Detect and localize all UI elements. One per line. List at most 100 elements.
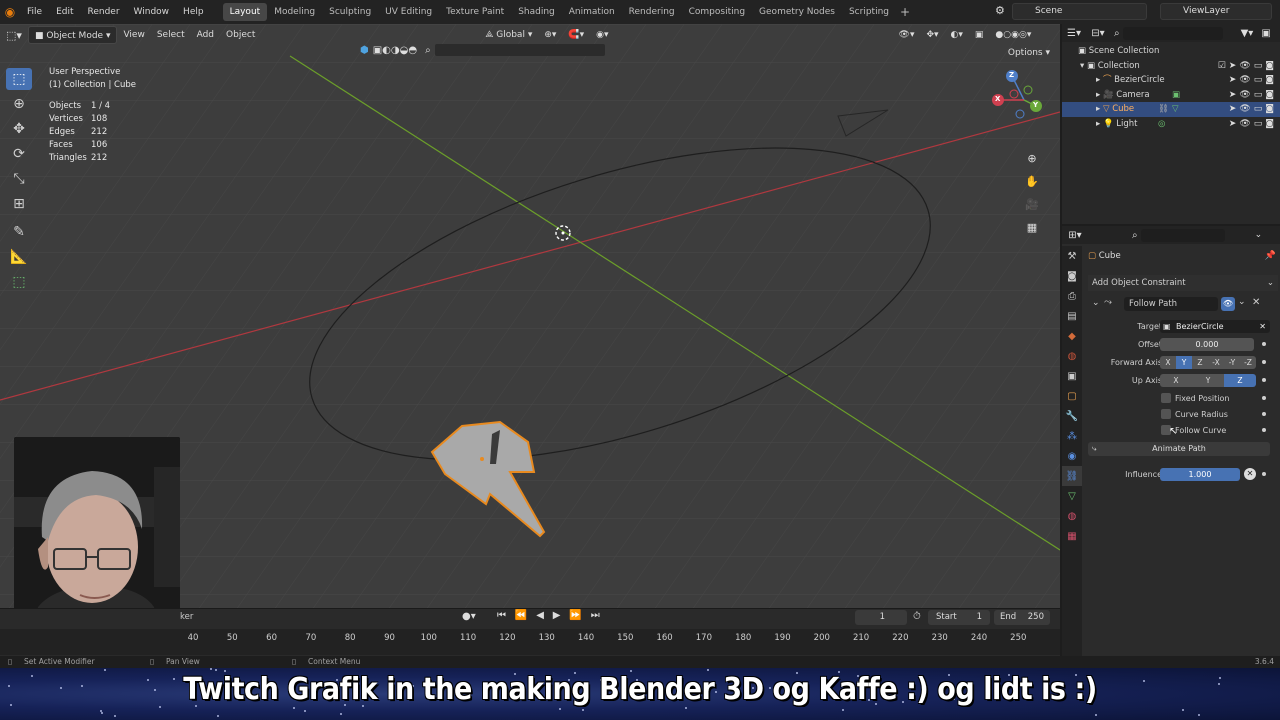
- select-arrow-icon[interactable]: ➤: [1229, 117, 1237, 132]
- play-icon[interactable]: ▶: [553, 610, 561, 621]
- menu-edit[interactable]: Edit: [49, 0, 80, 24]
- outliner-search-input[interactable]: [1122, 26, 1223, 40]
- monitor-icon[interactable]: ▭: [1254, 88, 1263, 103]
- display-mode-icon[interactable]: ⊟▾: [1086, 28, 1110, 39]
- outliner-item-light[interactable]: ▸ 💡 Light ◎ ➤ 👁 ▭ ◙: [1062, 117, 1280, 132]
- collapse-arrow-icon[interactable]: ⌄: [1092, 298, 1100, 308]
- shading-solid-icon[interactable]: ●○◉◎▾: [989, 26, 1037, 44]
- keyframe-dot-icon[interactable]: [1262, 342, 1266, 346]
- expand-arrow-icon[interactable]: ▸: [1096, 104, 1103, 114]
- close-icon[interactable]: ✕: [1252, 297, 1260, 308]
- eye-icon[interactable]: 👁: [1239, 73, 1250, 88]
- tab-scene-icon[interactable]: ◆: [1062, 326, 1082, 346]
- rotate-tool[interactable]: ⟳: [6, 143, 32, 165]
- tab-tool-icon[interactable]: ⚒: [1062, 246, 1082, 266]
- eye-icon[interactable]: 👁: [1239, 102, 1250, 117]
- menu-add[interactable]: Add: [191, 26, 220, 44]
- forward-axis-y[interactable]: Y: [1176, 356, 1192, 369]
- tab-modifiers-icon[interactable]: 🔧: [1062, 406, 1082, 426]
- pan-hand-icon[interactable]: ✋: [1022, 171, 1042, 191]
- keyframe-dot-icon[interactable]: [1262, 396, 1266, 400]
- eye-icon[interactable]: 👁: [1239, 88, 1250, 103]
- tab-uv-editing[interactable]: UV Editing: [378, 3, 439, 21]
- monitor-icon[interactable]: ▭: [1254, 102, 1263, 117]
- menu-render[interactable]: Render: [81, 0, 127, 24]
- tab-modeling[interactable]: Modeling: [267, 3, 322, 21]
- select-arrow-icon[interactable]: ➤: [1229, 102, 1237, 117]
- expand-arrow-icon[interactable]: ▸: [1096, 90, 1103, 100]
- scene-collection-row[interactable]: ▣ Scene Collection: [1062, 44, 1280, 59]
- mode-selector[interactable]: ■ Object Mode ▾: [28, 26, 118, 44]
- forward-axis-z[interactable]: Z: [1192, 356, 1208, 369]
- menu-help[interactable]: Help: [176, 0, 211, 24]
- influence-slider[interactable]: 1.000: [1160, 468, 1240, 481]
- timeline-ruler[interactable]: 40 50 60 70 80 90 100 110 120 130 140 150 160 170 180 1…: [0, 629, 1060, 655]
- expand-arrow-icon[interactable]: ▾: [1080, 61, 1087, 71]
- new-collection-icon[interactable]: ▣: [1261, 28, 1270, 39]
- up-axis-x[interactable]: X: [1160, 374, 1192, 387]
- keyframe-dot-icon[interactable]: [1262, 472, 1266, 476]
- tab-material-icon[interactable]: ◍: [1062, 506, 1082, 526]
- transform-tool[interactable]: ⊞: [6, 193, 32, 215]
- tab-sculpting[interactable]: Sculpting: [322, 3, 378, 21]
- perspective-toggle-icon[interactable]: ▦: [1022, 217, 1042, 237]
- select-arrow-icon[interactable]: ➤: [1229, 88, 1237, 103]
- tab-object-icon[interactable]: ▢: [1062, 386, 1082, 406]
- keyframe-record-icon[interactable]: ●▾: [462, 611, 476, 622]
- move-tool[interactable]: ✥: [6, 118, 32, 140]
- search-icon[interactable]: ⌕: [425, 45, 431, 56]
- constraint-icon[interactable]: ⛓: [1158, 102, 1169, 117]
- tab-texture-icon[interactable]: ▦: [1062, 526, 1082, 546]
- cursor-tool[interactable]: ⊕: [6, 93, 32, 115]
- tab-scripting[interactable]: Scripting: [842, 3, 896, 21]
- scene-selector[interactable]: Scene: [1012, 3, 1147, 20]
- outliner-search-icon[interactable]: ⌕: [1114, 28, 1120, 39]
- tab-world-icon[interactable]: ◍: [1062, 346, 1082, 366]
- monitor-icon[interactable]: ▭: [1254, 59, 1263, 74]
- tab-layout[interactable]: Layout: [222, 3, 268, 21]
- next-keyframe-icon[interactable]: ⏩: [569, 610, 581, 621]
- outliner-editor-type-icon[interactable]: ☰▾: [1062, 28, 1086, 39]
- jump-start-icon[interactable]: ⏮: [497, 610, 506, 621]
- tab-shading[interactable]: Shading: [511, 3, 562, 21]
- keyframe-dot-icon[interactable]: [1262, 360, 1266, 364]
- jump-end-icon[interactable]: ⏭: [591, 610, 600, 621]
- viewport-search-input[interactable]: [434, 44, 605, 56]
- stopwatch-icon[interactable]: ⏱: [913, 611, 921, 622]
- overlay-toggle-icon[interactable]: ◐▾: [945, 26, 969, 44]
- outliner-item-beziercircle[interactable]: ▸ ⌒ BezierCircle ➤ 👁 ▭ ◙: [1062, 73, 1280, 88]
- tab-rendering[interactable]: Rendering: [622, 3, 682, 21]
- keyframe-dot-icon[interactable]: [1262, 412, 1266, 416]
- selectability-icons[interactable]: ▣◐◑◒◓: [373, 45, 417, 56]
- tab-texture-paint[interactable]: Texture Paint: [439, 3, 511, 21]
- tab-view-layer-icon[interactable]: ▤: [1062, 306, 1082, 326]
- curve-radius-checkbox[interactable]: [1161, 409, 1171, 419]
- menu-select[interactable]: Select: [151, 26, 191, 44]
- camera-render-icon[interactable]: ◙: [1265, 117, 1274, 132]
- xray-toggle-icon[interactable]: ▣: [969, 26, 990, 44]
- pin-icon[interactable]: 📌: [1265, 251, 1276, 261]
- add-constraint-dropdown[interactable]: Add Object Constraint ⌄: [1088, 275, 1278, 291]
- camera-render-icon[interactable]: ◙: [1265, 73, 1274, 88]
- select-box-tool[interactable]: ⬚: [6, 68, 32, 90]
- measure-tool[interactable]: 📐: [6, 246, 32, 268]
- camera-render-icon[interactable]: ◙: [1265, 59, 1274, 74]
- up-axis-y[interactable]: Y: [1192, 374, 1224, 387]
- tab-output-icon[interactable]: ⎙: [1062, 286, 1082, 306]
- end-frame-field[interactable]: End 250: [994, 610, 1050, 625]
- filter-icon[interactable]: ▼▾: [1241, 28, 1254, 39]
- eye-icon[interactable]: 👁: [1239, 59, 1250, 74]
- forward-axis-neg-z[interactable]: -Z: [1240, 356, 1256, 369]
- add-workspace-button[interactable]: +: [896, 5, 914, 19]
- offset-field[interactable]: 0.000: [1160, 338, 1254, 351]
- camera-data-icon[interactable]: ▣: [1172, 88, 1180, 103]
- gizmo-toggle-icon[interactable]: ✥▾: [920, 26, 944, 44]
- visibility-icon[interactable]: 👁▾: [893, 26, 921, 44]
- play-reverse-icon[interactable]: ◀: [536, 610, 544, 621]
- constraint-name-field[interactable]: Follow Path: [1124, 297, 1218, 311]
- menu-window[interactable]: Window: [127, 0, 177, 24]
- tab-collection-icon[interactable]: ▣: [1062, 366, 1082, 386]
- annotate-tool[interactable]: ✎: [6, 221, 32, 243]
- tab-particles-icon[interactable]: ⁂: [1062, 426, 1082, 446]
- tab-constraints-icon[interactable]: ⛓: [1062, 466, 1082, 486]
